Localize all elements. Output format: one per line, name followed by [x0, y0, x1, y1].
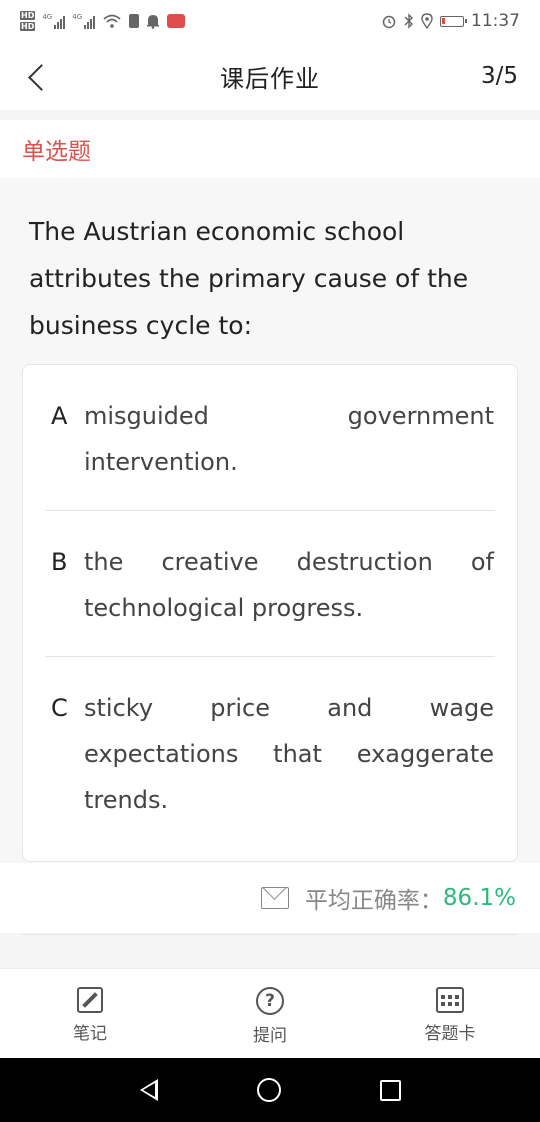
bell-icon	[147, 15, 160, 29]
mail-icon	[260, 887, 289, 909]
question-type: 单选题	[22, 139, 91, 165]
signal-label: 4G	[42, 13, 53, 21]
accuracy-value: 86.1%	[442, 885, 516, 911]
bottom-toolbar: 笔记 ? 提问 答题卡	[0, 968, 540, 1058]
question-area: The Austrian economic school attributes …	[0, 178, 540, 863]
option-letter: B	[51, 548, 68, 576]
section-divider	[22, 934, 518, 935]
note-icon	[77, 987, 103, 1013]
page-title: 课后作业	[220, 64, 320, 93]
status-left: HD HD 4G 4G	[20, 10, 186, 32]
status-time: 11:37	[471, 11, 520, 31]
hd-top-label: HD	[20, 11, 36, 20]
options-card: A misguided government intervention. B t…	[22, 364, 518, 862]
option-b[interactable]: B the creative destruction of technologi…	[23, 539, 517, 657]
answer-card-label: 答题卡	[424, 1024, 476, 1044]
option-divider	[45, 656, 495, 657]
question-type-bar: 单选题	[0, 120, 540, 178]
option-letter: A	[51, 402, 68, 430]
signal-label: 4G	[72, 13, 83, 21]
sim-icon	[129, 14, 140, 28]
option-letter: C	[51, 694, 68, 722]
option-divider	[45, 510, 495, 511]
nav-home-icon[interactable]	[256, 1078, 281, 1102]
app-header: 课后作业 3/5	[0, 42, 540, 110]
alarm-icon	[382, 15, 396, 29]
signal-icon: 4G	[72, 13, 96, 29]
status-right: 11:37	[381, 11, 520, 31]
back-icon[interactable]	[24, 62, 54, 92]
option-text: the creative destruction of technologica…	[84, 548, 494, 622]
accuracy-label: 平均正确率：	[304, 888, 443, 914]
accuracy-row: 平均正确率： 86.1%	[0, 863, 540, 933]
option-text: misguided government intervention.	[84, 402, 494, 476]
system-nav-bar	[0, 1058, 540, 1122]
option-c[interactable]: C sticky price and wage expectations tha…	[23, 685, 517, 835]
status-bar: HD HD 4G 4G 11:37	[0, 0, 540, 42]
hd-icon: HD HD	[20, 10, 36, 32]
ask-label: 提问	[253, 1026, 287, 1046]
notes-label: 笔记	[73, 1024, 107, 1044]
answer-card-icon	[436, 987, 464, 1013]
question-text: The Austrian economic school attributes …	[29, 217, 469, 340]
ask-button[interactable]: ? 提问	[180, 969, 360, 1058]
battery-icon	[440, 15, 467, 27]
nav-back-icon[interactable]	[139, 1079, 158, 1101]
option-a[interactable]: A misguided government intervention.	[23, 393, 517, 511]
bluetooth-icon	[404, 13, 413, 29]
location-icon	[421, 13, 433, 29]
app-notification-icon	[167, 14, 186, 28]
answer-card-button[interactable]: 答题卡	[360, 969, 540, 1058]
notes-button[interactable]: 笔记	[0, 969, 180, 1058]
question-icon: ?	[256, 987, 284, 1015]
nav-recent-icon[interactable]	[379, 1079, 401, 1101]
hd-bottom-label: HD	[20, 22, 36, 31]
option-text: sticky price and wage expectations that …	[84, 694, 494, 814]
wifi-icon	[103, 14, 121, 28]
page-indicator: 3/5	[480, 63, 518, 89]
signal-icon: 4G	[42, 13, 66, 29]
